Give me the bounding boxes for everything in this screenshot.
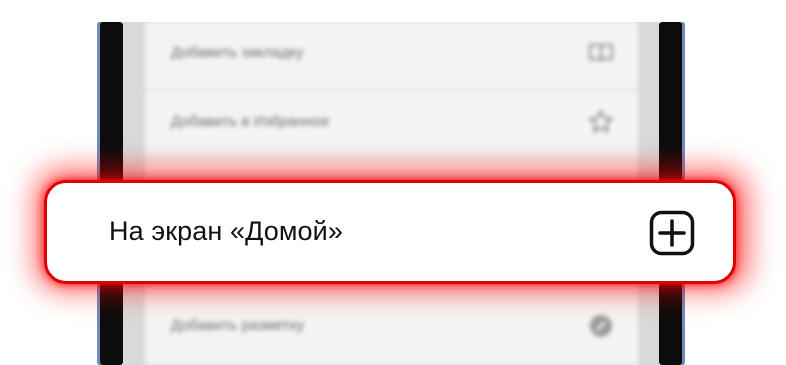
- menu-item-add-favorites[interactable]: Добавить в Избранное: [145, 90, 638, 159]
- add-to-home-screen-button[interactable]: На экран «Домой»: [44, 180, 736, 284]
- menu-item-add-markup[interactable]: Добавить разметку: [145, 294, 638, 363]
- markup-icon: [588, 313, 614, 339]
- plus-square-icon: [649, 210, 695, 256]
- screenshot-stage: Добавить закладку Добавить в Избранное Д…: [0, 0, 786, 365]
- menu-item-label: Добавить закладку: [171, 44, 304, 61]
- star-icon: [588, 109, 614, 135]
- book-icon: [588, 40, 614, 66]
- menu-item-label: Добавить разметку: [171, 317, 305, 334]
- add-to-home-screen-label: На экран «Домой»: [109, 216, 343, 246]
- menu-item-add-bookmark[interactable]: Добавить закладку: [145, 22, 638, 90]
- menu-item-label: Добавить в Избранное: [171, 113, 330, 130]
